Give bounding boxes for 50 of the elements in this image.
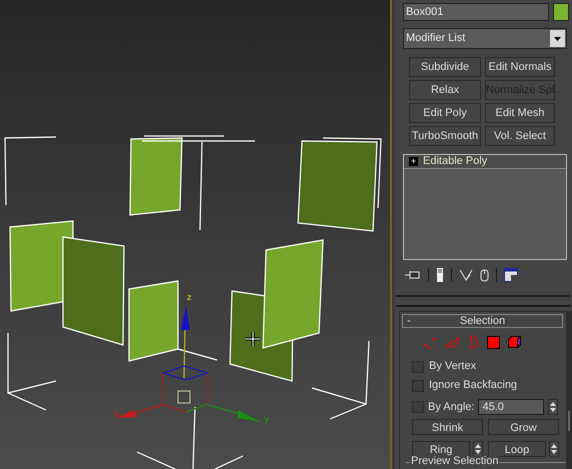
- move-gizmo-icon[interactable]: [115, 306, 261, 422]
- spinner-arrows[interactable]: [548, 399, 558, 415]
- viewport[interactable]: x y z: [0, 0, 390, 469]
- mouse-icon[interactable]: [480, 268, 489, 282]
- edge-icon[interactable]: [445, 336, 461, 348]
- object-name-field[interactable]: Box001: [403, 3, 549, 21]
- polygon-icon[interactable]: [487, 336, 500, 348]
- move-cursor-icon: [244, 330, 262, 348]
- rollout-header[interactable]: - Selection: [402, 314, 563, 328]
- modifier-list-dropdown[interactable]: Modifier List: [403, 28, 567, 49]
- group-label: Preview Selection: [410, 456, 500, 467]
- rollout-title: Selection: [458, 314, 506, 329]
- scroll-thumb[interactable]: [568, 411, 570, 431]
- vertex-icon[interactable]: [423, 336, 437, 348]
- checkbox[interactable]: [412, 360, 424, 372]
- stack-item[interactable]: + Editable Poly: [404, 155, 566, 169]
- dropdown-label: Modifier List: [406, 31, 466, 46]
- checkbox[interactable]: [412, 380, 424, 392]
- axis-label: y: [264, 414, 270, 424]
- checkbox-label: By Angle:: [428, 400, 474, 415]
- axis-label: z: [187, 292, 192, 302]
- selection-button[interactable]: Shrink: [412, 419, 483, 435]
- bar-icon[interactable]: [436, 268, 444, 282]
- stack-item-label: Editable Poly: [423, 154, 488, 169]
- checkbox-label: By Vertex: [429, 359, 476, 374]
- color-swatch[interactable]: [553, 3, 569, 21]
- element-icon[interactable]: [508, 336, 521, 348]
- modifier-button[interactable]: Vol. Select: [485, 126, 555, 146]
- spinner-arrows[interactable]: [549, 441, 559, 457]
- selection-button[interactable]: Grow: [488, 419, 559, 435]
- modifier-button[interactable]: Edit Normals: [485, 57, 555, 77]
- pin-icon[interactable]: [405, 270, 421, 280]
- modifier-button[interactable]: Edit Mesh: [485, 103, 555, 123]
- funnel-icon[interactable]: [459, 269, 473, 281]
- axis-label: x: [114, 408, 120, 418]
- modifier-button[interactable]: Relax: [409, 80, 481, 100]
- spinner-arrows[interactable]: [473, 441, 483, 457]
- expand-toggle[interactable]: +: [409, 156, 418, 166]
- checkbox[interactable]: [412, 401, 424, 413]
- modifier-stack-list[interactable]: + Editable Poly: [403, 154, 567, 260]
- border-icon[interactable]: [469, 335, 479, 349]
- scrollbar[interactable]: [566, 311, 572, 469]
- collapse-sign[interactable]: -: [403, 316, 415, 326]
- modifier-button[interactable]: Edit Poly: [409, 103, 481, 123]
- checkbox-label: Ignore Backfacing: [429, 378, 518, 394]
- angle-field[interactable]: 45.0: [478, 399, 544, 415]
- modifier-button[interactable]: Subdivide: [409, 57, 481, 77]
- modifier-button[interactable]: TurboSmooth: [409, 126, 481, 146]
- selection-button[interactable]: Loop: [488, 441, 546, 457]
- selection-button[interactable]: Ring: [412, 441, 470, 457]
